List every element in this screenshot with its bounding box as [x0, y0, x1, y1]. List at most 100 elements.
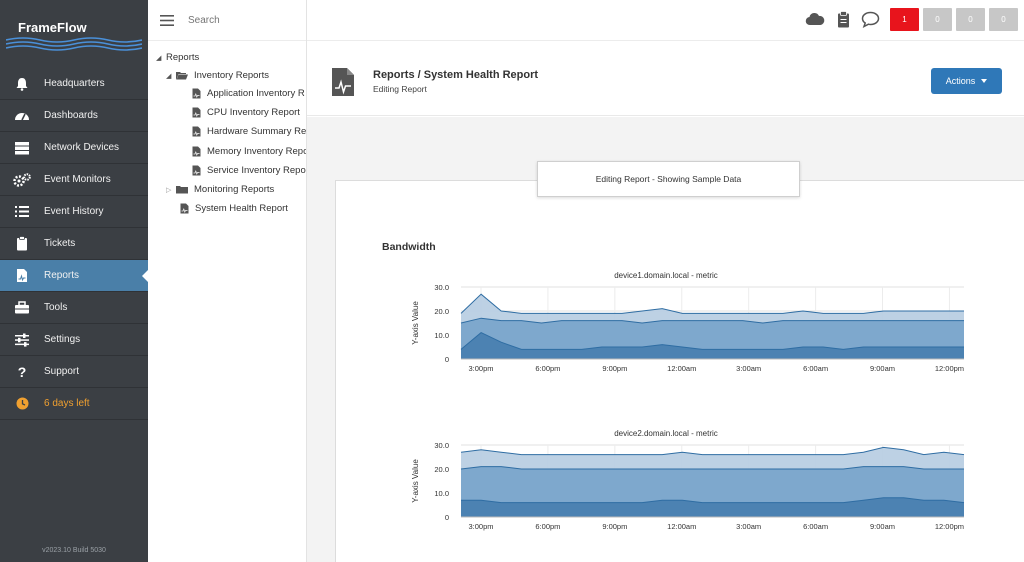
tree-item-inventory-reports[interactable]: ◢ Inventory Reports	[166, 70, 269, 81]
collapse-triangle-icon[interactable]: ◢	[166, 72, 176, 80]
ok-count-badge[interactable]: 0	[989, 8, 1018, 31]
x-tick-label: 9:00am	[870, 364, 895, 373]
collapse-triangle-icon[interactable]: ◢	[156, 54, 166, 62]
y-axis-label: Y-axis Value	[411, 301, 420, 345]
wave-logo-icon	[6, 37, 142, 51]
nav-item-label: Tickets	[44, 238, 76, 249]
y-tick-label: 30.0	[434, 283, 449, 292]
chart-title: device2.domain.local - metric	[614, 429, 718, 438]
nav-item-label: Settings	[44, 334, 81, 345]
nav-item-dashboards[interactable]: Dashboards	[0, 100, 148, 132]
x-tick-label: 12:00am	[667, 364, 696, 373]
nav-item-network-devices[interactable]: Network Devices	[0, 132, 148, 164]
chart-device2: device2.domain.local - metric Y-axis Val…	[336, 427, 996, 547]
nav-item-event-monitors[interactable]: Event Monitors	[0, 164, 148, 196]
report-file-icon	[180, 203, 189, 214]
toolbox-icon	[0, 301, 44, 314]
section-title: Bandwidth	[382, 241, 436, 253]
nav-item-label: Tools	[44, 302, 68, 313]
tree-item-report[interactable]: Memory Inventory Repo	[192, 146, 307, 157]
report-file-icon	[192, 126, 201, 137]
report-file-icon	[192, 165, 201, 176]
nav-item-support[interactable]: ? Support	[0, 356, 148, 388]
y-tick-label: 10.0	[434, 489, 449, 498]
actions-button-label: Actions	[945, 76, 976, 86]
nav-item-settings[interactable]: Settings	[0, 324, 148, 356]
x-tick-label: 6:00pm	[535, 522, 560, 531]
page-subtitle: Editing Report	[373, 84, 427, 94]
tree-item-label: CPU Inventory Report	[207, 107, 300, 118]
nav-item-label: Support	[44, 366, 80, 377]
brand-name: FrameFlow	[18, 20, 87, 35]
chart-svg: Y-axis Value 0 10.0 20.0 30.0 3:00pm 6:00pm 9:0…	[411, 441, 965, 531]
version-label: v2023.10 Build 5030	[42, 547, 106, 554]
nav-item-reports[interactable]: Reports	[0, 260, 148, 292]
nav-item-label: Reports	[44, 270, 80, 281]
search-bar	[148, 0, 306, 41]
editing-notice: Editing Report - Showing Sample Data	[537, 161, 800, 197]
report-tree-panel: ◢ Reports ◢ Inventory Reports Applicatio…	[148, 0, 307, 562]
tree-item-label: Monitoring Reports	[194, 184, 275, 195]
y-tick-label: 20.0	[434, 307, 449, 316]
x-tick-label: 9:00pm	[602, 364, 627, 373]
brand-logo[interactable]: FrameFlow	[0, 0, 148, 64]
chart-svg: Y-axis Value 0 10.0 20.0 30.0 3:00pm 6:00pm 9:0…	[411, 283, 964, 373]
nav-item-tickets[interactable]: Tickets	[0, 228, 148, 260]
page-title: Reports / System Health Report	[373, 69, 539, 81]
tree-item-label: Memory Inventory Repo	[207, 146, 307, 157]
x-tick-label: 6:00pm	[535, 364, 560, 373]
x-tick-label: 3:00pm	[468, 522, 493, 531]
nav-item-event-history[interactable]: Event History	[0, 196, 148, 228]
left-navigation: FrameFlow Headquarters Dashboards Networ…	[0, 0, 148, 562]
y-tick-label: 0	[445, 513, 449, 522]
nav-item-label: Event History	[44, 206, 104, 217]
report-file-icon	[192, 107, 201, 118]
x-tick-label: 12:00pm	[935, 364, 964, 373]
gears-icon	[0, 172, 44, 187]
tree-item-system-health-report[interactable]: System Health Report	[180, 203, 288, 214]
sliders-icon	[0, 333, 44, 347]
clipboard-icon[interactable]	[837, 11, 850, 33]
info-count-badge[interactable]: 0	[956, 8, 985, 31]
nav-item-label: Network Devices	[44, 142, 120, 153]
search-input[interactable]	[188, 14, 288, 26]
tree-item-reports-root[interactable]: ◢ Reports	[156, 52, 199, 63]
x-tick-label: 9:00pm	[602, 522, 627, 531]
y-tick-label: 0	[445, 355, 449, 364]
tree-item-label: System Health Report	[195, 203, 288, 214]
x-tick-label: 6:00am	[803, 364, 828, 373]
tree-item-report[interactable]: Hardware Summary Re	[192, 126, 306, 137]
nav-item-trial-days[interactable]: 6 days left	[0, 388, 148, 420]
top-bar: 1 0 0 0	[307, 0, 1024, 41]
nav-item-tools[interactable]: Tools	[0, 292, 148, 324]
tree-item-label: Service Inventory Repo	[207, 165, 306, 176]
chat-icon[interactable]	[861, 11, 880, 33]
expand-triangle-icon[interactable]: ▷	[166, 186, 176, 194]
nav-item-label: Dashboards	[44, 110, 98, 121]
folder-open-icon	[176, 71, 188, 80]
tree-item-monitoring-reports[interactable]: ▷ Monitoring Reports	[166, 184, 274, 195]
tree-item-label: Application Inventory R	[207, 88, 305, 99]
cloud-icon[interactable]	[805, 11, 825, 32]
tree-item-report[interactable]: CPU Inventory Report	[192, 107, 300, 118]
report-editor-area: Bandwidth device1.domain.local - metric …	[307, 117, 1024, 562]
bell-icon	[0, 77, 44, 91]
warning-count-badge[interactable]: 0	[923, 8, 952, 31]
tree-item-report[interactable]: Service Inventory Repo	[192, 165, 306, 176]
report-file-icon	[192, 146, 201, 157]
y-tick-label: 10.0	[434, 331, 449, 340]
nav-item-headquarters[interactable]: Headquarters	[0, 68, 148, 100]
report-file-icon	[0, 268, 44, 283]
tree-item-report[interactable]: Application Inventory R	[192, 88, 305, 99]
alert-count-badge[interactable]: 1	[890, 8, 919, 31]
y-tick-label: 30.0	[434, 441, 449, 450]
y-axis-label: Y-axis Value	[411, 459, 420, 503]
chevron-down-icon	[981, 79, 988, 83]
clock-icon	[0, 397, 44, 410]
hamburger-menu-icon[interactable]	[160, 14, 174, 26]
x-tick-label: 9:00am	[870, 522, 895, 531]
x-tick-label: 6:00am	[803, 522, 828, 531]
actions-button[interactable]: Actions	[931, 68, 1002, 94]
report-file-icon	[192, 88, 201, 99]
list-icon	[0, 205, 44, 218]
